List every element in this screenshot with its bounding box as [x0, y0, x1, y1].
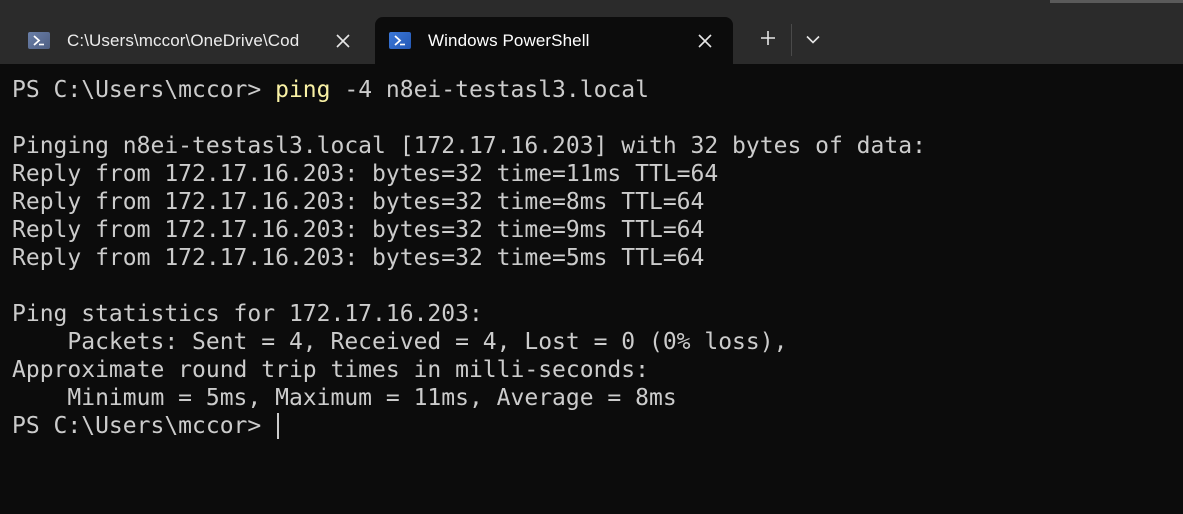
output-line: Reply from 172.17.16.203: bytes=32 time=…	[12, 245, 705, 271]
close-icon[interactable]	[327, 25, 359, 57]
command-line: PS C:\Users\mccor> ping -4 n8ei-testasl3…	[12, 76, 1183, 104]
prompt: PS C:\Users\mccor>	[12, 413, 276, 439]
output-line: Packets: Sent = 4, Received = 4, Lost = …	[12, 329, 788, 355]
output-line: Reply from 172.17.16.203: bytes=32 time=…	[12, 217, 705, 243]
close-icon[interactable]	[689, 25, 721, 57]
chevron-down-icon	[806, 31, 820, 49]
command-args: -4 n8ei-testasl3.local	[330, 77, 649, 103]
plus-icon	[760, 30, 776, 51]
powershell-icon	[28, 32, 50, 49]
tab-onedrive-code[interactable]: C:\Users\mccor\OneDrive\Cod	[8, 17, 373, 64]
output-line: Pinging n8ei-testasl3.local [172.17.16.2…	[12, 133, 926, 159]
final-prompt-line[interactable]: PS C:\Users\mccor>	[12, 412, 1183, 440]
output-line: Reply from 172.17.16.203: bytes=32 time=…	[12, 189, 705, 215]
powershell-icon	[389, 32, 411, 49]
window-edge	[1050, 0, 1183, 3]
text-cursor	[277, 413, 280, 439]
prompt: PS C:\Users\mccor>	[12, 77, 276, 103]
tab-bar: C:\Users\mccor\OneDrive\Cod Windows Powe…	[0, 0, 1183, 64]
tab-title: Windows PowerShell	[428, 30, 590, 50]
tab-windows-powershell[interactable]: Windows PowerShell	[375, 17, 733, 64]
terminal-pane[interactable]: PS C:\Users\mccor> ping -4 n8ei-testasl3…	[0, 64, 1183, 514]
output-line: Reply from 172.17.16.203: bytes=32 time=…	[12, 161, 719, 187]
command-name: ping	[275, 77, 331, 103]
tab-separator	[791, 24, 792, 56]
output-line: Ping statistics for 172.17.16.203:	[12, 301, 483, 327]
output-line: Minimum = 5ms, Maximum = 11ms, Average =…	[12, 385, 677, 411]
tab-title: C:\Users\mccor\OneDrive\Cod	[67, 30, 300, 50]
output-line: Approximate round trip times in milli-se…	[12, 357, 649, 383]
profile-dropdown-button[interactable]	[797, 24, 829, 56]
new-tab-button[interactable]	[752, 24, 784, 56]
